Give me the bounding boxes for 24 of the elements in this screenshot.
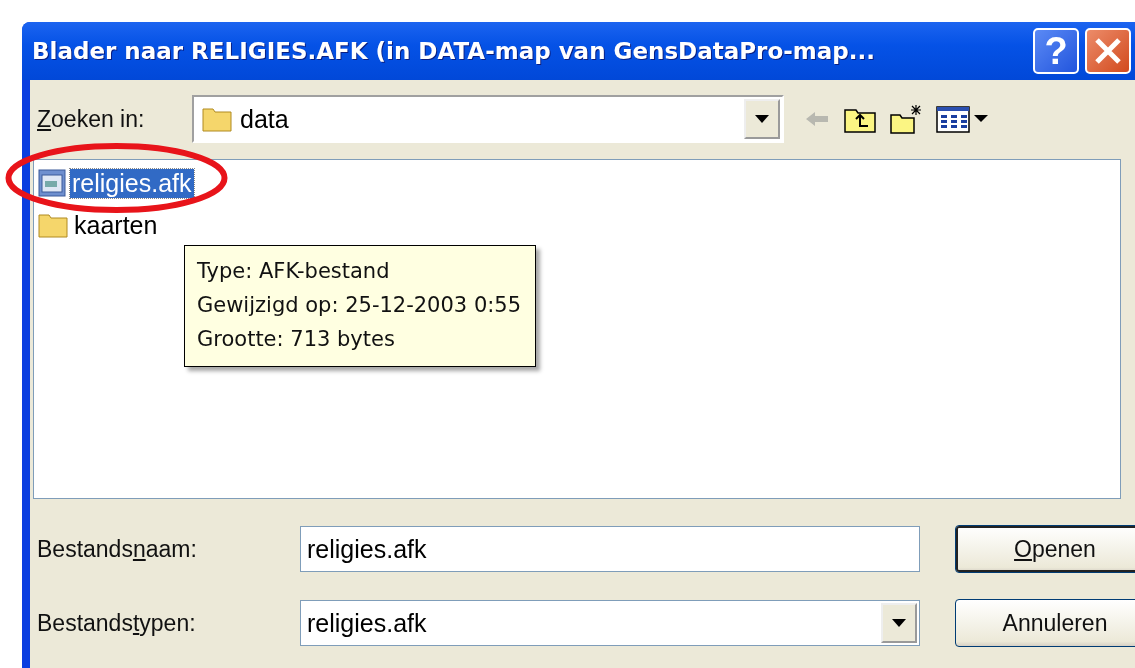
new-folder-icon[interactable] [890, 104, 922, 134]
look-in-label: Zoeken in: [37, 105, 146, 133]
cancel-button[interactable]: Annuleren [955, 599, 1135, 647]
folder-icon [38, 212, 68, 238]
file-name-field[interactable]: religies.afk [300, 526, 920, 572]
close-icon [1093, 36, 1123, 66]
file-type-label: Bestandstypen: [37, 609, 197, 637]
file-item[interactable]: kaarten [72, 210, 160, 240]
caret-icon[interactable] [755, 115, 769, 123]
tooltip-line: Type: AFK-bestand [197, 258, 391, 285]
file-item[interactable]: religies.afk [70, 168, 194, 198]
tooltip-line: Grootte: 713 bytes [197, 326, 396, 353]
tooltip-line: Gewijzigd op: 25-12-2003 0:55 [197, 292, 522, 319]
file-icon [38, 169, 66, 197]
folder-icon [202, 106, 232, 132]
open-button[interactable]: Openen [955, 525, 1135, 573]
file-type-dropdown[interactable]: religies.afk [300, 600, 920, 646]
caret-icon[interactable] [892, 619, 906, 627]
look-in-dropdown[interactable]: data [192, 95, 784, 143]
look-in-value: data [240, 104, 289, 134]
close-button[interactable] [1085, 28, 1131, 74]
window-title: Blader naar RELIGIES.AFK (in DATA-map van GensDataPro-map... [32, 38, 876, 64]
file-name-label: Bestandsnaam: [37, 535, 198, 563]
help-button[interactable]: ? [1033, 28, 1079, 74]
